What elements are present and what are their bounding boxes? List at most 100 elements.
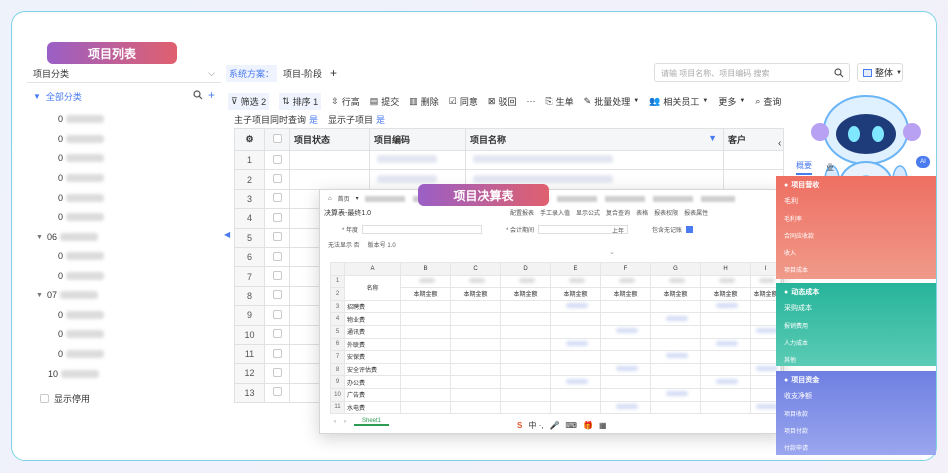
home-icon[interactable]: ⌂ <box>328 196 332 202</box>
sheet-cell[interactable] <box>600 362 651 377</box>
sheet-cell[interactable]: 本期金额 <box>550 287 601 301</box>
prev-sheet-icon[interactable]: ‹ <box>334 419 336 425</box>
sheet-cell[interactable] <box>650 387 701 402</box>
panel-prev-icon[interactable]: ‹ <box>778 138 781 149</box>
layout-select[interactable]: 整体 ▼ <box>857 63 903 82</box>
sheet-row[interactable]: 8 安全评估费 <box>330 362 781 377</box>
mic-icon[interactable]: 🎤 <box>549 421 559 430</box>
scheme-tab[interactable]: 项目-阶段 <box>283 67 322 80</box>
sheet-item-name[interactable]: 办公费 <box>344 375 401 389</box>
cell-code[interactable] <box>369 149 466 171</box>
search-icon[interactable] <box>193 90 203 102</box>
sheet-cell[interactable] <box>700 312 751 326</box>
row-checkbox-cell[interactable] <box>264 188 290 210</box>
sheet-cell[interactable] <box>600 375 651 389</box>
row-checkbox-cell[interactable] <box>264 149 290 171</box>
row-checkbox[interactable] <box>272 367 282 377</box>
sheet-cell[interactable] <box>600 400 651 415</box>
tree-item[interactable]: 0 <box>58 349 105 359</box>
row-checkbox[interactable] <box>272 174 282 184</box>
sheet-cell[interactable] <box>650 299 701 314</box>
sheet-item-name[interactable]: 广告费 <box>344 387 401 402</box>
col-header-status[interactable]: 项目状态 <box>289 128 370 151</box>
expand-chevron-icon[interactable]: ⌄ <box>609 248 615 256</box>
sheet-item-name[interactable]: 通讯费 <box>344 324 401 339</box>
row-checkbox-cell[interactable] <box>264 266 290 287</box>
reject-button[interactable]: ⊠ 驳回 <box>488 95 517 108</box>
row-checkbox[interactable] <box>272 251 282 261</box>
sheet-cell[interactable] <box>700 337 751 352</box>
sheet-cell[interactable] <box>400 274 451 289</box>
sheet-cell[interactable] <box>450 337 501 352</box>
tree-item[interactable]: 0 <box>58 193 105 203</box>
row-checkbox-cell[interactable] <box>264 324 290 345</box>
sheet-cell[interactable] <box>400 350 451 364</box>
sheet-cell[interactable] <box>600 350 651 364</box>
sheet-item-name[interactable]: 招聘费 <box>344 299 401 314</box>
sheet-cell[interactable] <box>700 362 751 377</box>
agree-button[interactable]: ☑ 同意 <box>449 95 478 108</box>
sheet-row[interactable]: 3 招聘费 <box>330 299 781 314</box>
cell-name[interactable] <box>465 149 724 171</box>
no-ledger-checkbox[interactable] <box>686 226 694 233</box>
sheet-cell[interactable] <box>500 324 551 339</box>
tree-item[interactable]: 10 <box>48 369 100 379</box>
column-letter[interactable]: E <box>550 262 601 276</box>
column-letter[interactable]: C <box>450 262 501 276</box>
sheet-item-name[interactable]: 水电费 <box>344 400 401 415</box>
delete-button[interactable]: ▥ 删除 <box>409 95 439 108</box>
report-attr-button[interactable]: 报表属性 <box>684 208 708 217</box>
sheet-cell[interactable] <box>550 350 601 364</box>
filter-button[interactable]: ⊽ 筛选 2 <box>228 92 270 110</box>
search-input[interactable]: 请输 项目名称、项目编码 搜索 <box>654 63 850 82</box>
compound-query-button[interactable]: 复合查询 <box>606 208 630 217</box>
row-checkbox[interactable] <box>272 212 282 222</box>
tree-item[interactable]: 0 <box>58 173 105 183</box>
sheet-cell[interactable] <box>550 400 601 415</box>
revenue-card[interactable]: ● 项目营收 毛利 毛利率 合同应收款 收入 项目成本 <box>776 176 936 279</box>
project-funds-card[interactable]: ● 项目资金 收支净额 项目收款 项目付款 付款申请 <box>776 371 936 455</box>
sheet-tab-home[interactable]: 首页 <box>338 194 350 203</box>
dynamic-cost-card[interactable]: ● 动态成本 采购成本 报销费用 人力成本 其他 <box>776 283 936 366</box>
sheet-cell[interactable] <box>600 312 651 326</box>
sheet-cell[interactable]: 本期金额 <box>400 287 451 301</box>
sheet-cell[interactable] <box>550 324 601 339</box>
sheet-cell[interactable]: 本期金额 <box>450 287 501 301</box>
row-checkbox-cell[interactable] <box>264 208 290 229</box>
row-checkbox-cell[interactable] <box>264 305 290 326</box>
sheet-cell[interactable] <box>450 274 501 289</box>
row-checkbox-cell[interactable] <box>264 169 290 190</box>
sheet-item-name[interactable]: 安保费 <box>344 350 401 364</box>
sheet-cell[interactable] <box>550 387 601 402</box>
row-checkbox-cell[interactable] <box>264 363 290 384</box>
sheet-cell[interactable] <box>700 387 751 402</box>
sheet-cell[interactable] <box>550 375 601 389</box>
sheet-item-name[interactable]: 物业费 <box>344 312 401 326</box>
sheet-cell[interactable] <box>600 274 651 289</box>
sheet-cell[interactable] <box>650 362 701 377</box>
tree-item[interactable]: 0 <box>58 212 105 222</box>
sheet-cell[interactable] <box>500 362 551 377</box>
tree-item[interactable]: 0 <box>58 271 105 281</box>
sheet-cell[interactable] <box>500 274 551 289</box>
sheet-row[interactable]: 9 办公费 <box>330 375 781 389</box>
col-header-code[interactable]: 项目编码 <box>369 128 466 151</box>
tree-item[interactable]: 0 <box>58 310 105 320</box>
sheet-cell[interactable] <box>400 387 451 402</box>
row-checkbox-cell[interactable] <box>264 382 290 404</box>
sheet-cell[interactable] <box>500 375 551 389</box>
column-letter[interactable]: B <box>400 262 451 276</box>
sheet-cell[interactable] <box>400 375 451 389</box>
row-checkbox[interactable] <box>272 193 282 203</box>
row-checkbox-cell[interactable] <box>264 227 290 248</box>
more-dots-button[interactable]: ··· <box>526 96 535 106</box>
sheet-row[interactable]: 6 外联费 <box>330 337 781 352</box>
sheet-cell[interactable] <box>500 400 551 415</box>
sheet-cell[interactable] <box>450 362 501 377</box>
sheet-cell[interactable] <box>400 362 451 377</box>
sheet-cell[interactable] <box>500 387 551 402</box>
row-checkbox[interactable] <box>272 309 282 319</box>
batch-button[interactable]: ✎ 批量处理 ▼ <box>584 95 640 108</box>
row-checkbox[interactable] <box>272 348 282 358</box>
sheet-row[interactable]: 5 通讯费 <box>330 324 781 339</box>
